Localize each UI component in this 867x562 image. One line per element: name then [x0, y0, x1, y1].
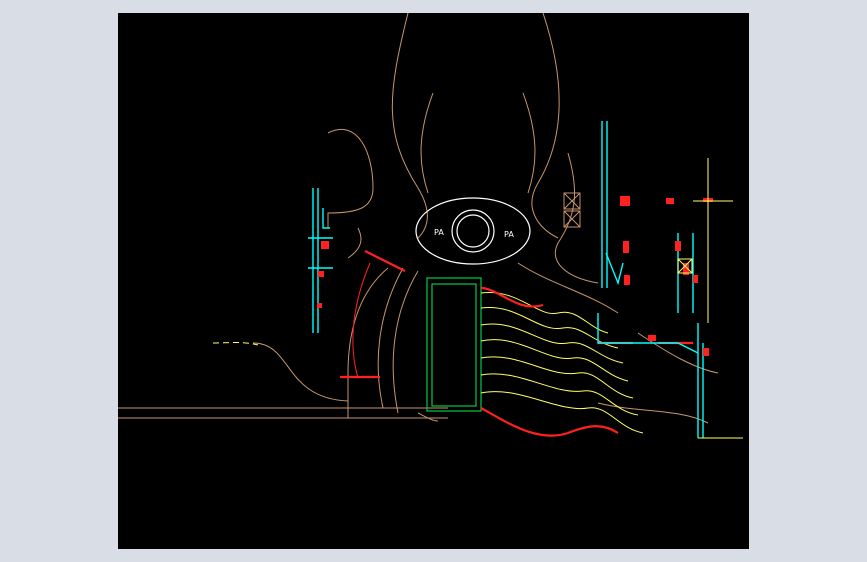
red-wave-top [480, 286, 544, 308]
circle-outer [451, 209, 495, 253]
oval-label-left: PA [434, 228, 444, 237]
right-red-posts [620, 196, 713, 356]
terrain-outlines [118, 13, 719, 424]
green-structure [426, 277, 482, 412]
centre-left-column [347, 267, 389, 418]
centre-arc [377, 267, 404, 409]
left-lobe [327, 128, 374, 228]
right-walls [597, 121, 704, 438]
hatch-boxes [563, 192, 581, 228]
right-lobe [555, 152, 599, 284]
oval-label-right: PA [504, 230, 514, 239]
left-walls [308, 188, 333, 333]
right-ground-3 [597, 402, 709, 424]
canopy-inner-right [522, 92, 536, 194]
red-wave-bottom [480, 407, 619, 437]
centre-arc-2 [392, 270, 419, 414]
cad-viewport[interactable]: PA PA [118, 13, 749, 549]
cad-drawing: PA PA [118, 13, 743, 439]
canopy-outer-left [391, 13, 428, 239]
red-diagonal [364, 250, 406, 272]
far-left-walk [118, 407, 448, 419]
dimension-arc [352, 262, 371, 379]
canopy-inner-left [420, 92, 434, 194]
left-path-curve [347, 227, 362, 259]
left-swoop [252, 342, 349, 418]
canopy-outer-right [531, 13, 560, 239]
centre-arc-3 [417, 412, 439, 422]
contour-lines [480, 291, 644, 434]
dashed-ground-line [212, 342, 259, 346]
circle-inner [456, 214, 490, 248]
left-red-posts [317, 241, 329, 308]
